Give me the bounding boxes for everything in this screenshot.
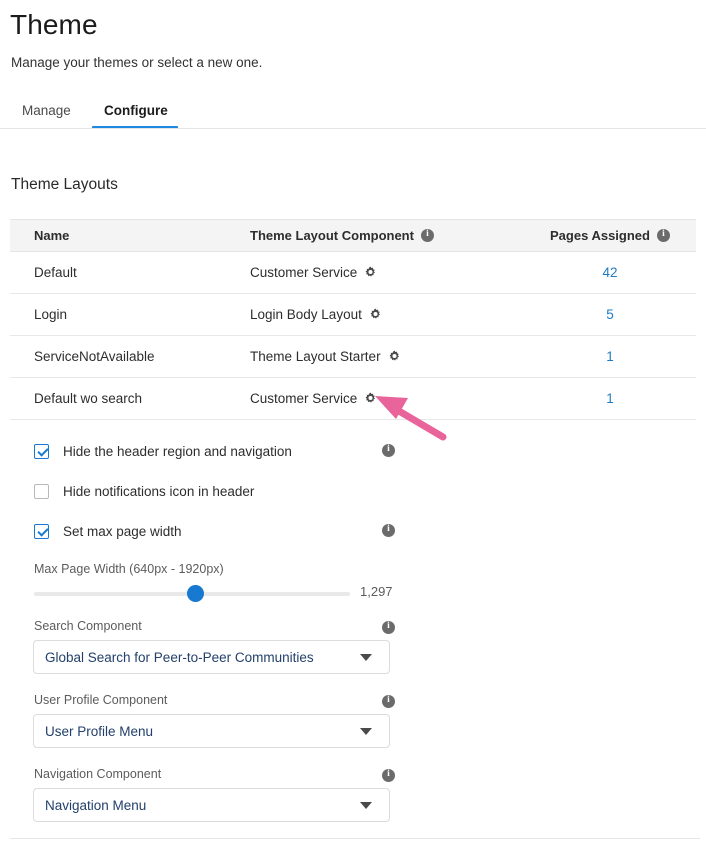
column-header-component-label: Theme Layout Component: [250, 228, 414, 243]
cell-layout-name: Default wo search: [34, 391, 143, 406]
theme-layouts-table: Name Theme Layout Component i Pages Assi…: [10, 219, 696, 420]
table-row: Default Customer Service 42: [10, 252, 696, 294]
info-icon[interactable]: i: [382, 621, 395, 634]
checkbox-set-max-page-width[interactable]: [34, 523, 49, 539]
search-component-select[interactable]: Global Search for Peer-to-Peer Communiti…: [33, 640, 390, 674]
table-header-row: Name Theme Layout Component i Pages Assi…: [10, 219, 696, 252]
chevron-down-icon[interactable]: [360, 801, 372, 809]
theme-configure-page: Theme Manage your themes or select a new…: [0, 0, 706, 849]
cell-layout-component-label: Login Body Layout: [250, 307, 362, 322]
pages-assigned-link[interactable]: 5: [606, 307, 614, 322]
cell-layout-name: Login: [34, 307, 68, 322]
table-row: ServiceNotAvailable Theme Layout Starter…: [10, 336, 696, 378]
gear-icon[interactable]: [364, 266, 377, 279]
navigation-component-value: Navigation Menu: [45, 797, 147, 813]
column-header-pages-assigned: Pages Assigned i: [530, 228, 690, 243]
max-page-width-slider[interactable]: 1,297: [34, 584, 394, 602]
gear-icon[interactable]: [369, 308, 382, 321]
tab-bar: Manage Configure: [11, 96, 695, 129]
slider-thumb[interactable]: [187, 585, 204, 602]
cell-layout-component: Customer Service: [250, 265, 530, 280]
cell-layout-component: Customer Service: [250, 391, 530, 406]
table-row: Login Login Body Layout 5: [10, 294, 696, 336]
info-icon[interactable]: i: [382, 524, 395, 537]
column-header-component: Theme Layout Component i: [250, 228, 530, 243]
column-header-name: Name: [10, 228, 250, 243]
option-set-max-page-width[interactable]: Set max page width i: [0, 521, 420, 541]
info-icon[interactable]: i: [656, 229, 670, 242]
tabs-divider: [0, 128, 706, 129]
cell-pages-assigned: 1: [530, 348, 690, 366]
info-icon[interactable]: i: [382, 444, 395, 457]
info-icon[interactable]: i: [382, 769, 395, 782]
option-hide-header-region[interactable]: Hide the header region and navigation i: [0, 441, 420, 461]
column-header-pages-assigned-label: Pages Assigned: [550, 228, 650, 243]
bottom-divider: [10, 838, 700, 839]
option-hide-notifications-icon[interactable]: Hide notifications icon in header: [0, 481, 420, 501]
option-label: Hide the header region and navigation: [63, 443, 292, 459]
cell-pages-assigned: 42: [530, 264, 690, 282]
table-row: Default wo search Customer Service 1: [10, 378, 696, 420]
cell-pages-assigned: 1: [530, 390, 690, 408]
cell-layout-name: ServiceNotAvailable: [34, 349, 155, 364]
navigation-component-select[interactable]: Navigation Menu: [33, 788, 390, 822]
navigation-component-label: Navigation Component: [34, 767, 162, 781]
cell-layout-name: Default: [34, 265, 77, 280]
section-title-theme-layouts: Theme Layouts: [11, 176, 118, 193]
search-component-label: Search Component: [34, 619, 142, 633]
chevron-down-icon[interactable]: [360, 653, 372, 661]
pages-assigned-link[interactable]: 1: [606, 349, 614, 364]
page-subtitle: Manage your themes or select a new one.: [11, 55, 263, 70]
tab-manage[interactable]: Manage: [22, 96, 71, 126]
cell-layout-component: Theme Layout Starter: [250, 349, 530, 364]
user-profile-component-value: User Profile Menu: [45, 723, 154, 739]
gear-icon[interactable]: [364, 392, 377, 405]
info-icon[interactable]: i: [382, 695, 395, 708]
search-component-value: Global Search for Peer-to-Peer Communiti…: [45, 649, 314, 665]
option-label: Set max page width: [63, 523, 182, 539]
gear-icon[interactable]: [388, 350, 401, 363]
cell-layout-component-label: Customer Service: [250, 391, 358, 406]
cell-layout-component-label: Theme Layout Starter: [250, 349, 381, 364]
tab-configure[interactable]: Configure: [104, 96, 168, 126]
checkbox-hide-header-region[interactable]: [34, 443, 49, 459]
cell-layout-component-label: Customer Service: [250, 265, 358, 280]
info-icon[interactable]: i: [420, 229, 434, 242]
column-header-name-label: Name: [34, 228, 70, 243]
user-profile-component-select[interactable]: User Profile Menu: [33, 714, 390, 748]
pages-assigned-link[interactable]: 1: [606, 391, 614, 406]
max-page-width-label: Max Page Width (640px - 1920px): [34, 562, 224, 576]
chevron-down-icon[interactable]: [360, 727, 372, 735]
option-label: Hide notifications icon in header: [63, 483, 255, 499]
pages-assigned-link[interactable]: 42: [602, 265, 617, 280]
checkbox-hide-notifications-icon[interactable]: [34, 483, 49, 499]
page-title: Theme: [10, 9, 98, 40]
cell-pages-assigned: 5: [530, 306, 690, 324]
slider-value: 1,297: [360, 584, 393, 599]
cell-layout-component: Login Body Layout: [250, 307, 530, 322]
user-profile-component-label: User Profile Component: [34, 693, 168, 707]
